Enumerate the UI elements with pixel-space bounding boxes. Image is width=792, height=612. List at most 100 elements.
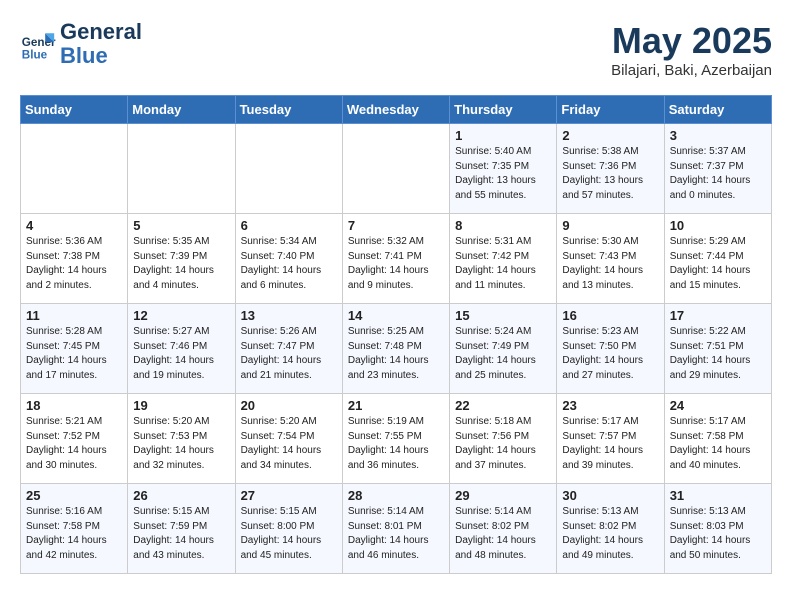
calendar-cell: 28 Sunrise: 5:14 AM Sunset: 8:01 PM Dayli… <box>342 484 449 574</box>
calendar-cell: 19 Sunrise: 5:20 AM Sunset: 7:53 PM Dayli… <box>128 394 235 484</box>
weekday-sunday: Sunday <box>21 96 128 124</box>
day-number: 9 <box>562 218 658 233</box>
title-block: May 2025 Bilajari, Baki, Azerbaijan <box>611 20 772 79</box>
day-number: 15 <box>455 308 551 323</box>
day-info: Sunrise: 5:34 AM Sunset: 7:40 PM Dayligh… <box>241 235 337 293</box>
calendar-cell: 9 Sunrise: 5:30 AM Sunset: 7:43 PM Daylig… <box>557 214 664 304</box>
day-info: Sunrise: 5:14 AM Sunset: 8:01 PM Dayligh… <box>348 505 444 563</box>
day-number: 6 <box>241 218 337 233</box>
month-title: May 2025 <box>611 20 772 62</box>
day-info: Sunrise: 5:20 AM Sunset: 7:54 PM Dayligh… <box>241 415 337 473</box>
weekday-thursday: Thursday <box>450 96 557 124</box>
day-number: 18 <box>26 398 122 413</box>
day-info: Sunrise: 5:35 AM Sunset: 7:39 PM Dayligh… <box>133 235 229 293</box>
day-number: 14 <box>348 308 444 323</box>
calendar-body: 1Sunrise: 5:40 AM Sunset: 7:35 PM Daylig… <box>21 124 772 574</box>
calendar-cell: 13 Sunrise: 5:26 AM Sunset: 7:47 PM Dayli… <box>235 304 342 394</box>
calendar-cell <box>342 124 449 214</box>
calendar-week-3: 11Sunrise: 5:28 AM Sunset: 7:45 PM Dayli… <box>21 304 772 394</box>
day-info: Sunrise: 5:15 AM Sunset: 8:00 PM Dayligh… <box>241 505 337 563</box>
day-info: Sunrise: 5:20 AM Sunset: 7:53 PM Dayligh… <box>133 415 229 473</box>
calendar-cell: 21Sunrise: 5:19 AM Sunset: 7:55 PM Dayli… <box>342 394 449 484</box>
calendar-cell: 23Sunrise: 5:17 AM Sunset: 7:57 PM Dayli… <box>557 394 664 484</box>
day-info: Sunrise: 5:15 AM Sunset: 7:59 PM Dayligh… <box>133 505 229 563</box>
calendar-week-5: 25 Sunrise: 5:16 AM Sunset: 7:58 PM Dayli… <box>21 484 772 574</box>
calendar-cell: 25 Sunrise: 5:16 AM Sunset: 7:58 PM Dayli… <box>21 484 128 574</box>
calendar-cell: 22Sunrise: 5:18 AM Sunset: 7:56 PM Dayli… <box>450 394 557 484</box>
calendar-cell: 7Sunrise: 5:32 AM Sunset: 7:41 PM Daylig… <box>342 214 449 304</box>
calendar-cell: 1Sunrise: 5:40 AM Sunset: 7:35 PM Daylig… <box>450 124 557 214</box>
day-info: Sunrise: 5:14 AM Sunset: 8:02 PM Dayligh… <box>455 505 551 563</box>
logo: General Blue General Blue <box>20 20 142 68</box>
day-info: Sunrise: 5:24 AM Sunset: 7:49 PM Dayligh… <box>455 325 551 383</box>
day-info: Sunrise: 5:31 AM Sunset: 7:42 PM Dayligh… <box>455 235 551 293</box>
calendar-week-1: 1Sunrise: 5:40 AM Sunset: 7:35 PM Daylig… <box>21 124 772 214</box>
day-info: Sunrise: 5:18 AM Sunset: 7:56 PM Dayligh… <box>455 415 551 473</box>
day-number: 29 <box>455 488 551 503</box>
calendar-cell <box>21 124 128 214</box>
calendar-week-2: 4 Sunrise: 5:36 AM Sunset: 7:38 PM Daylig… <box>21 214 772 304</box>
day-number: 16 <box>562 308 658 323</box>
calendar-cell: 20 Sunrise: 5:20 AM Sunset: 7:54 PM Dayli… <box>235 394 342 484</box>
day-info: Sunrise: 5:30 AM Sunset: 7:43 PM Dayligh… <box>562 235 658 293</box>
calendar-cell <box>235 124 342 214</box>
day-number: 28 <box>348 488 444 503</box>
day-info: Sunrise: 5:23 AM Sunset: 7:50 PM Dayligh… <box>562 325 658 383</box>
day-info: Sunrise: 5:37 AM Sunset: 7:37 PM Dayligh… <box>670 145 766 203</box>
calendar-cell: 29 Sunrise: 5:14 AM Sunset: 8:02 PM Dayli… <box>450 484 557 574</box>
day-info: Sunrise: 5:26 AM Sunset: 7:47 PM Dayligh… <box>241 325 337 383</box>
day-number: 10 <box>670 218 766 233</box>
weekday-wednesday: Wednesday <box>342 96 449 124</box>
day-info: Sunrise: 5:38 AM Sunset: 7:36 PM Dayligh… <box>562 145 658 203</box>
day-number: 4 <box>26 218 122 233</box>
day-number: 5 <box>133 218 229 233</box>
day-number: 24 <box>670 398 766 413</box>
day-info: Sunrise: 5:27 AM Sunset: 7:46 PM Dayligh… <box>133 325 229 383</box>
weekday-saturday: Saturday <box>664 96 771 124</box>
calendar-cell: 15 Sunrise: 5:24 AM Sunset: 7:49 PM Dayli… <box>450 304 557 394</box>
day-number: 12 <box>133 308 229 323</box>
day-info: Sunrise: 5:16 AM Sunset: 7:58 PM Dayligh… <box>26 505 122 563</box>
weekday-header-row: SundayMondayTuesdayWednesdayThursdayFrid… <box>21 96 772 124</box>
day-number: 17 <box>670 308 766 323</box>
calendar-cell: 3Sunrise: 5:37 AM Sunset: 7:37 PM Daylig… <box>664 124 771 214</box>
calendar-cell <box>128 124 235 214</box>
location: Bilajari, Baki, Azerbaijan <box>611 62 772 79</box>
day-number: 25 <box>26 488 122 503</box>
calendar-cell: 12 Sunrise: 5:27 AM Sunset: 7:46 PM Dayli… <box>128 304 235 394</box>
day-info: Sunrise: 5:29 AM Sunset: 7:44 PM Dayligh… <box>670 235 766 293</box>
day-info: Sunrise: 5:17 AM Sunset: 7:58 PM Dayligh… <box>670 415 766 473</box>
day-info: Sunrise: 5:25 AM Sunset: 7:48 PM Dayligh… <box>348 325 444 383</box>
logo-text: General Blue <box>60 20 142 68</box>
day-number: 26 <box>133 488 229 503</box>
calendar-cell: 8Sunrise: 5:31 AM Sunset: 7:42 PM Daylig… <box>450 214 557 304</box>
day-number: 13 <box>241 308 337 323</box>
day-number: 19 <box>133 398 229 413</box>
day-info: Sunrise: 5:13 AM Sunset: 8:03 PM Dayligh… <box>670 505 766 563</box>
day-info: Sunrise: 5:36 AM Sunset: 7:38 PM Dayligh… <box>26 235 122 293</box>
day-number: 31 <box>670 488 766 503</box>
calendar-cell: 30 Sunrise: 5:13 AM Sunset: 8:02 PM Dayli… <box>557 484 664 574</box>
calendar-cell: 27 Sunrise: 5:15 AM Sunset: 8:00 PM Dayli… <box>235 484 342 574</box>
day-info: Sunrise: 5:32 AM Sunset: 7:41 PM Dayligh… <box>348 235 444 293</box>
day-number: 2 <box>562 128 658 143</box>
calendar-cell: 31 Sunrise: 5:13 AM Sunset: 8:03 PM Dayli… <box>664 484 771 574</box>
day-info: Sunrise: 5:17 AM Sunset: 7:57 PM Dayligh… <box>562 415 658 473</box>
calendar-cell: 26 Sunrise: 5:15 AM Sunset: 7:59 PM Dayli… <box>128 484 235 574</box>
calendar-week-4: 18Sunrise: 5:21 AM Sunset: 7:52 PM Dayli… <box>21 394 772 484</box>
day-number: 21 <box>348 398 444 413</box>
calendar-cell: 14 Sunrise: 5:25 AM Sunset: 7:48 PM Dayli… <box>342 304 449 394</box>
calendar-cell: 11Sunrise: 5:28 AM Sunset: 7:45 PM Dayli… <box>21 304 128 394</box>
day-info: Sunrise: 5:13 AM Sunset: 8:02 PM Dayligh… <box>562 505 658 563</box>
page-header: General Blue General Blue May 2025 Bilaj… <box>20 20 772 79</box>
svg-text:Blue: Blue <box>22 49 48 62</box>
calendar-cell: 10 Sunrise: 5:29 AM Sunset: 7:44 PM Dayli… <box>664 214 771 304</box>
day-number: 20 <box>241 398 337 413</box>
day-number: 1 <box>455 128 551 143</box>
day-number: 27 <box>241 488 337 503</box>
day-number: 30 <box>562 488 658 503</box>
calendar-cell: 2 Sunrise: 5:38 AM Sunset: 7:36 PM Daylig… <box>557 124 664 214</box>
calendar-cell: 4 Sunrise: 5:36 AM Sunset: 7:38 PM Daylig… <box>21 214 128 304</box>
calendar-cell: 18Sunrise: 5:21 AM Sunset: 7:52 PM Dayli… <box>21 394 128 484</box>
calendar-table: SundayMondayTuesdayWednesdayThursdayFrid… <box>20 95 772 574</box>
